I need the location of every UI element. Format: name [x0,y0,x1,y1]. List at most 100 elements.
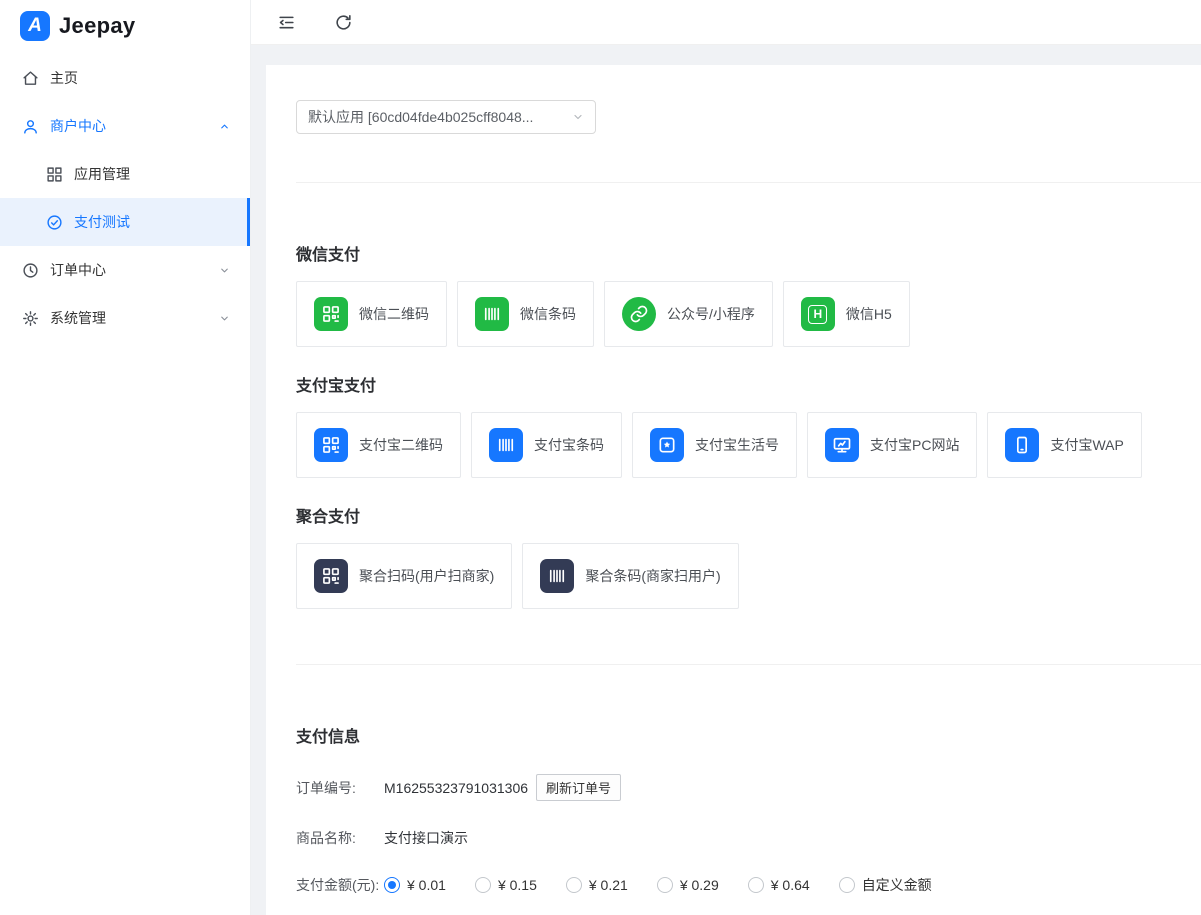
qrcode-icon [314,428,348,462]
amount-row: 支付金额(元): ¥ 0.01 ¥ 0.15 ¥ 0.21 ¥ 0.29 ¥ 0… [296,875,1201,895]
sidebar-menu: 主页 商户中心 应用管理 支付测试 订单中心 系统管理 [0,52,250,915]
paytype-card-wechat-barcode[interactable]: 微信条码 [457,281,594,347]
paytype-card-alipay-pc[interactable]: 支付宝PC网站 [807,412,978,478]
amount-option-custom[interactable]: 自定义金额 [838,875,932,895]
paytype-card-label: 微信H5 [845,306,892,322]
wechat-card-row: 微信二维码 微信条码 公众号/小程序 H 微信H5 [296,281,1201,347]
home-icon [22,70,39,87]
sidebar-item-system-management[interactable]: 系统管理 [0,294,250,342]
app-root: A Jeepay 主页 商户中心 应用管理 支付测试 订单中心 系统管理 默认应… [0,0,1201,915]
product-name-row: 商品名称: 支付接口演示 [296,828,1201,848]
content-wrap: 默认应用 [60cd04fde4b025cff8048... 微信支付 微信二维… [251,45,1201,915]
amount-radio[interactable] [474,877,491,893]
sidebar-item-order-center[interactable]: 订单中心 [0,246,250,294]
sidebar-item-home[interactable]: 主页 [0,54,250,102]
amount-radio[interactable] [384,877,400,893]
chevron-up-icon [219,121,230,132]
app-select-dropdown[interactable]: 默认应用 [60cd04fde4b025cff8048... [296,100,596,134]
amount-option-label: ¥ 0.29 [679,877,719,893]
alipay-card-row: 支付宝二维码 支付宝条码 支付宝生活号 支付宝PC网站 支付宝WAP [296,412,1201,478]
divider [296,664,1201,665]
paytype-card-wechat-official-miniapp[interactable]: 公众号/小程序 [604,281,773,347]
paytype-card-wechat-qrcode[interactable]: 微信二维码 [296,281,447,347]
amount-option[interactable]: ¥ 0.15 [474,877,537,893]
paytype-card-label: 支付宝WAP [1050,437,1124,453]
amount-option[interactable]: ¥ 0.21 [565,877,628,893]
paytype-card-alipay-qrcode[interactable]: 支付宝二维码 [296,412,461,478]
product-name-label: 商品名称: [296,830,356,846]
amount-radio[interactable] [747,877,764,893]
refresh-order-number-button[interactable]: 刷新订单号 [536,774,622,801]
paytype-card-label: 公众号/小程序 [667,306,755,322]
amount-option-label: ¥ 0.01 [407,877,446,893]
monitor-icon [825,428,859,462]
qrcode-icon [314,559,348,593]
chevron-down-icon [219,265,230,276]
amount-option[interactable]: ¥ 0.01 [384,877,446,893]
amount-radio[interactable] [656,877,673,893]
h5-icon: H [800,297,835,331]
amount-option-label: ¥ 0.21 [588,877,628,893]
barcode-icon [489,428,523,462]
sidebar-item-merchant-center[interactable]: 商户中心 [0,102,250,150]
amount-radio[interactable] [565,877,582,893]
barcode-icon [475,297,509,331]
paytype-card-label: 聚合扫码(用户扫商家) [359,568,495,584]
app-select-value: 默认应用 [60cd04fde4b025cff8048... [308,109,534,125]
sidebar-item-label: 订单中心 [50,262,106,278]
merchant-icon [22,118,39,135]
section-title-alipay: 支付宝支付 [296,378,377,395]
app-grid-icon [46,166,63,183]
amount-option-label: ¥ 0.15 [497,877,537,893]
sidebar-item-label: 系统管理 [50,310,106,326]
brand-logo: A Jeepay [0,0,250,52]
mobile-icon [1005,428,1040,462]
paytype-card-label: 微信条码 [520,306,576,322]
paytype-card-agg-qrcode[interactable]: 聚合扫码(用户扫商家) [296,543,513,609]
sidebar: A Jeepay 主页 商户中心 应用管理 支付测试 订单中心 系统管理 [0,0,251,915]
paytype-card-wechat-h5[interactable]: H 微信H5 [782,281,910,347]
order-number-value: M16255323791031306 [384,779,529,796]
link-icon [622,297,656,331]
chevron-down-icon [572,111,584,123]
aggregate-card-row: 聚合扫码(用户扫商家) 聚合条码(商家扫用户) [296,543,1201,609]
menu-fold-icon[interactable] [277,13,296,32]
sidebar-item-label: 支付测试 [74,214,130,230]
sidebar-item-label: 主页 [50,70,78,86]
content-card: 默认应用 [60cd04fde4b025cff8048... 微信支付 微信二维… [266,65,1201,915]
paytype-card-label: 支付宝PC网站 [870,437,960,453]
sidebar-item-label: 应用管理 [74,166,130,182]
amount-option[interactable]: ¥ 0.64 [747,877,810,893]
amount-option[interactable]: ¥ 0.29 [656,877,719,893]
qrcode-icon [314,297,348,331]
order-clock-icon [22,262,39,279]
order-number-row: 订单编号: M16255323791031306 刷新订单号 [296,774,1201,801]
paytype-card-label: 聚合条码(商家扫用户) [585,568,721,584]
chevron-down-icon [219,313,230,324]
amount-option-label: ¥ 0.64 [770,877,810,893]
gear-icon [22,310,39,327]
section-title-wechat: 微信支付 [296,247,361,264]
divider [296,182,1201,183]
paytype-card-agg-barcode[interactable]: 聚合条码(商家扫用户) [522,543,739,609]
paytype-card-label: 支付宝生活号 [695,437,779,453]
paytype-card-alipay-wap[interactable]: 支付宝WAP [987,412,1142,478]
product-name-value: 支付接口演示 [384,830,468,846]
jeepay-logo-icon: A [20,11,50,41]
refresh-icon[interactable] [334,13,353,32]
pay-test-icon [46,214,63,231]
sidebar-item-label: 商户中心 [50,118,106,134]
main-area: 默认应用 [60cd04fde4b025cff8048... 微信支付 微信二维… [251,0,1201,915]
amount-option-label: 自定义金额 [861,877,932,893]
order-number-label: 订单编号: [296,779,356,796]
brand-name: Jeepay [59,13,136,38]
amount-radio[interactable] [838,877,855,893]
sidebar-item-app-management[interactable]: 应用管理 [0,150,250,198]
paytype-card-label: 支付宝条码 [534,437,604,453]
sidebar-item-pay-test[interactable]: 支付测试 [0,198,250,246]
paytype-card-alipay-life[interactable]: 支付宝生活号 [632,412,797,478]
amount-label: 支付金额(元): [296,877,380,893]
paytype-card-label: 支付宝二维码 [359,437,443,453]
topbar [251,0,1201,45]
paytype-card-alipay-barcode[interactable]: 支付宝条码 [471,412,622,478]
